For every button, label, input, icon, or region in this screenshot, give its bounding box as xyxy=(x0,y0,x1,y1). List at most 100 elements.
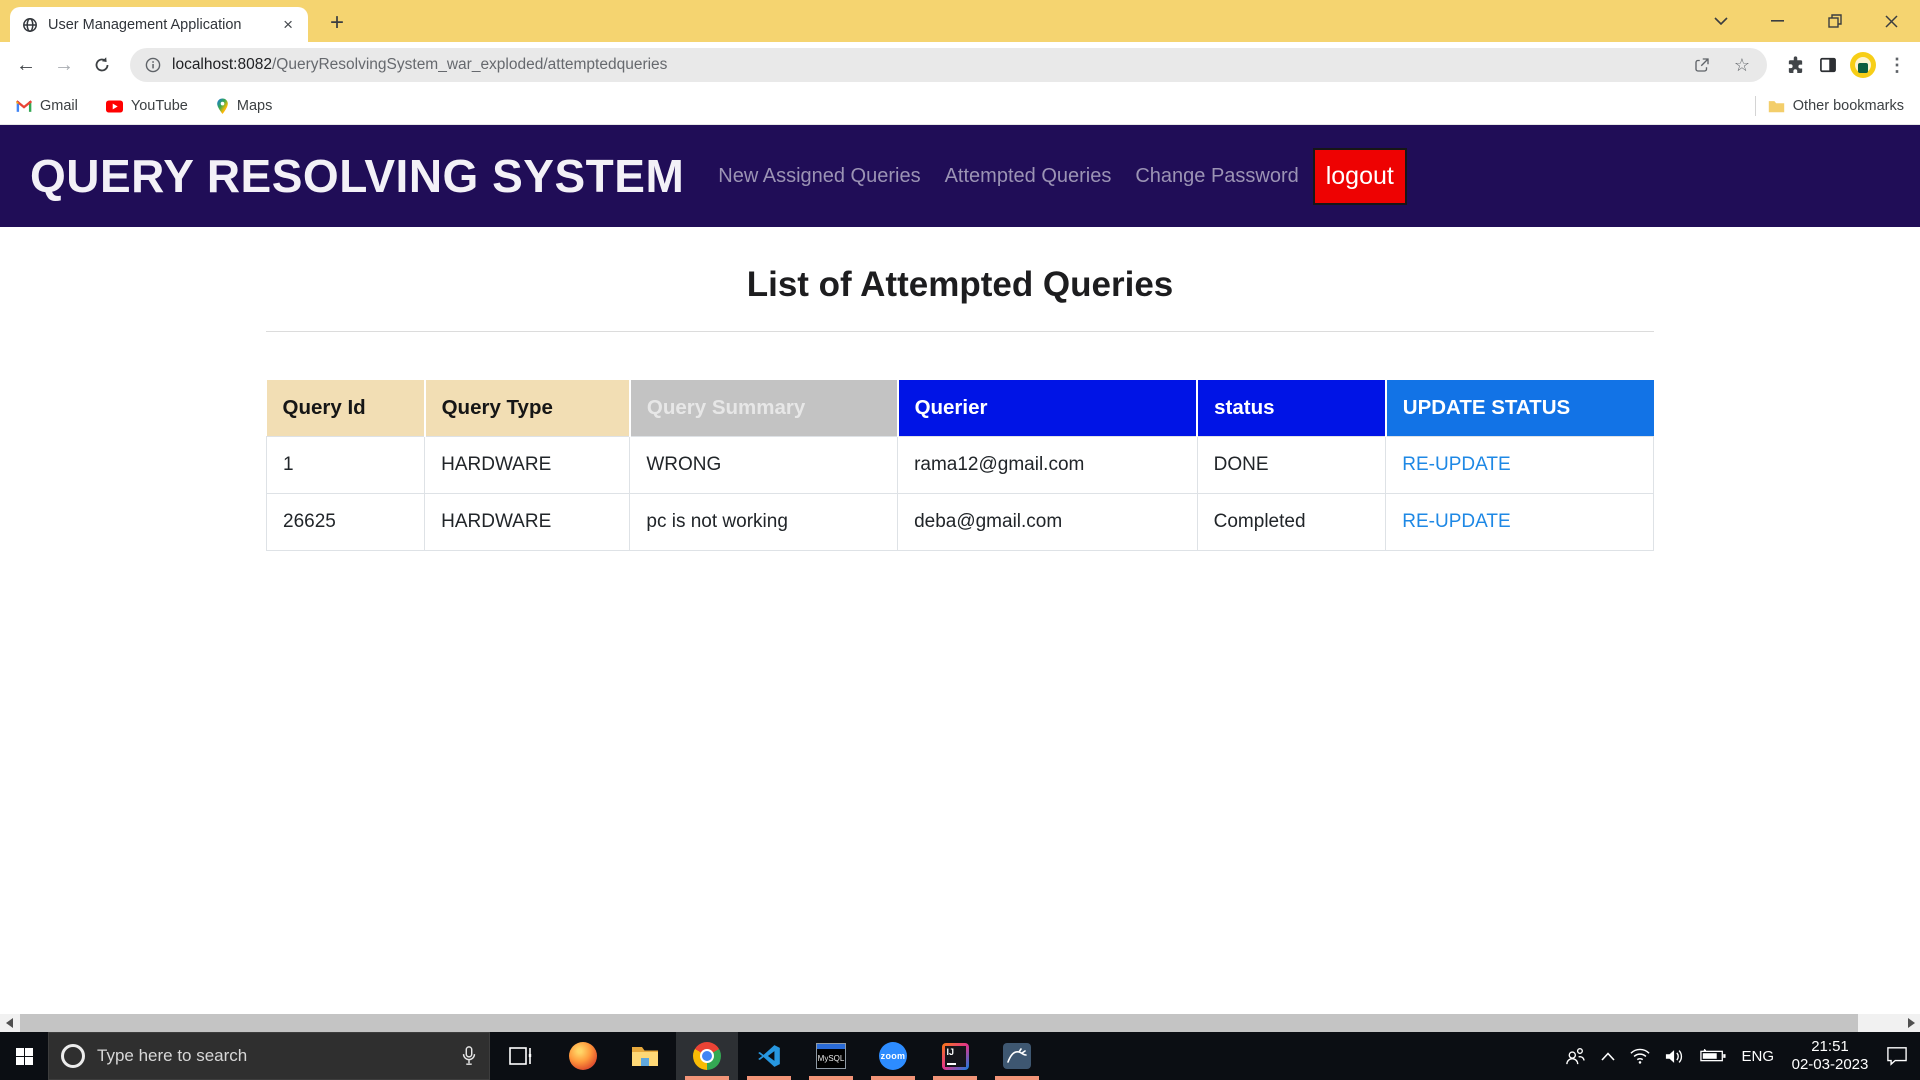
table-header-row: Query Id Query Type Query Summary Querie… xyxy=(267,380,1654,437)
language-indicator[interactable]: ENG xyxy=(1741,1048,1774,1065)
nav-attempted-queries[interactable]: Attempted Queries xyxy=(945,165,1112,188)
bookmarks-bar: Gmail YouTube Maps Other bookmarks xyxy=(0,88,1920,125)
cell-action: RE-UPDATE xyxy=(1386,494,1654,551)
running-indicator xyxy=(809,1076,853,1080)
address-bar[interactable]: localhost:8082/QueryResolvingSystem_war_… xyxy=(130,48,1767,82)
reload-button[interactable] xyxy=(84,47,120,83)
profile-avatar[interactable] xyxy=(1850,52,1876,78)
taskbar-app-mysql-workbench[interactable] xyxy=(986,1032,1048,1080)
window-minimize-button[interactable] xyxy=(1749,0,1806,42)
bookmark-label: YouTube xyxy=(131,98,188,114)
toolbar-actions: ⋮ xyxy=(1777,52,1910,78)
globe-favicon-icon xyxy=(22,17,38,33)
zoom-label: zoom xyxy=(881,1051,906,1061)
side-panel-icon[interactable] xyxy=(1818,55,1838,75)
bookmark-star-icon[interactable]: ☆ xyxy=(1727,50,1757,80)
browser-tab[interactable]: User Management Application × xyxy=(10,7,308,42)
logout-button[interactable]: logout xyxy=(1313,148,1407,205)
window-close-button[interactable] xyxy=(1863,0,1920,42)
taskbar-app-intellij[interactable]: IJ xyxy=(924,1032,986,1080)
tab-title: User Management Application xyxy=(48,17,270,33)
column-header-query-id: Query Id xyxy=(267,380,425,437)
cell-query-type: HARDWARE xyxy=(425,437,630,494)
bookmark-gmail[interactable]: Gmail xyxy=(16,98,78,114)
browser-menu-icon[interactable]: ⋮ xyxy=(1888,55,1906,76)
windows-taskbar: Type here to search MySQL zoom IJ xyxy=(0,1032,1920,1080)
action-center-icon[interactable] xyxy=(1886,1046,1908,1066)
hidden-icons-chevron-icon[interactable] xyxy=(1601,1052,1615,1061)
url-path: /QueryResolvingSystem_war_exploded/attem… xyxy=(272,56,667,73)
wifi-icon[interactable] xyxy=(1630,1048,1650,1064)
page-content: List of Attempted Queries Query Id Query… xyxy=(0,227,1920,551)
new-tab-button[interactable]: + xyxy=(322,8,352,38)
desktop: User Management Application × + ← → xyxy=(0,0,1920,1080)
people-icon[interactable] xyxy=(1564,1047,1586,1065)
site-info-icon[interactable] xyxy=(144,50,162,80)
youtube-icon xyxy=(106,100,123,113)
cell-query-id: 1 xyxy=(267,437,425,494)
cell-query-type: HARDWARE xyxy=(425,494,630,551)
tab-search-chevron-icon[interactable] xyxy=(1692,0,1749,42)
start-button[interactable] xyxy=(0,1032,48,1080)
cell-query-summary: WRONG xyxy=(630,437,898,494)
windows-logo-icon xyxy=(16,1048,33,1065)
cell-status: DONE xyxy=(1197,437,1386,494)
nav-new-assigned-queries[interactable]: New Assigned Queries xyxy=(718,165,920,188)
other-bookmarks-button[interactable]: Other bookmarks xyxy=(1768,98,1904,114)
column-header-query-type: Query Type xyxy=(425,380,630,437)
taskbar-search-box[interactable]: Type here to search xyxy=(48,1032,490,1080)
bookmark-maps[interactable]: Maps xyxy=(216,98,272,115)
re-update-link[interactable]: RE-UPDATE xyxy=(1402,511,1510,532)
app-brand-title: QUERY RESOLVING SYSTEM xyxy=(30,149,684,203)
taskbar-app-file-explorer[interactable] xyxy=(614,1032,676,1080)
intellij-label: IJ xyxy=(947,1047,955,1057)
column-header-query-summary: Query Summary xyxy=(630,380,898,437)
mysql-workbench-icon xyxy=(1003,1043,1031,1069)
re-update-link[interactable]: RE-UPDATE xyxy=(1402,454,1510,475)
taskbar-app-mysql-cli[interactable]: MySQL xyxy=(800,1032,862,1080)
taskbar-clock[interactable]: 21:51 02-03-2023 xyxy=(1789,1038,1871,1074)
forward-button[interactable]: → xyxy=(46,47,82,83)
taskbar-app-zoom[interactable]: zoom xyxy=(862,1032,924,1080)
taskbar-app-firefox[interactable] xyxy=(552,1032,614,1080)
cell-querier: rama12@gmail.com xyxy=(898,437,1198,494)
extensions-puzzle-icon[interactable] xyxy=(1785,55,1806,76)
main-navigation: New Assigned Queries Attempted Queries C… xyxy=(718,165,1299,188)
zoom-icon: zoom xyxy=(879,1042,907,1070)
window-controls xyxy=(1692,0,1920,42)
firefox-icon xyxy=(569,1042,597,1070)
column-header-querier: Querier xyxy=(898,380,1198,437)
scrollbar-thumb[interactable] xyxy=(20,1014,1858,1032)
taskbar-app-task-view[interactable] xyxy=(490,1032,552,1080)
back-button[interactable]: ← xyxy=(8,47,44,83)
volume-icon[interactable] xyxy=(1665,1048,1685,1065)
cell-query-summary: pc is not working xyxy=(630,494,898,551)
share-icon[interactable] xyxy=(1687,50,1717,80)
horizontal-scrollbar[interactable] xyxy=(0,1014,1920,1032)
taskbar-app-vscode[interactable] xyxy=(738,1032,800,1080)
window-restore-button[interactable] xyxy=(1806,0,1863,42)
gmail-icon xyxy=(16,100,32,113)
column-header-status: status xyxy=(1197,380,1386,437)
search-placeholder: Type here to search xyxy=(97,1046,449,1066)
table-row: 26625 HARDWARE pc is not working deba@gm… xyxy=(267,494,1654,551)
browser-toolbar: ← → localhost:8082/QueryResolvingSystem_… xyxy=(0,42,1920,88)
taskbar-app-chrome[interactable] xyxy=(676,1032,738,1080)
clock-time: 21:51 xyxy=(1789,1038,1871,1056)
url-text: localhost:8082/QueryResolvingSystem_war_… xyxy=(172,56,1677,74)
running-indicator xyxy=(871,1076,915,1080)
nav-change-password[interactable]: Change Password xyxy=(1135,165,1298,188)
bookmark-youtube[interactable]: YouTube xyxy=(106,98,188,114)
cell-action: RE-UPDATE xyxy=(1386,437,1654,494)
other-bookmarks-label: Other bookmarks xyxy=(1793,98,1904,114)
bookmarks-separator xyxy=(1755,96,1756,116)
scroll-right-arrow[interactable] xyxy=(1902,1014,1920,1032)
file-explorer-icon xyxy=(631,1044,659,1068)
scroll-left-arrow[interactable] xyxy=(0,1014,18,1032)
microphone-icon[interactable] xyxy=(461,1046,477,1066)
column-header-update-status: UPDATE STATUS xyxy=(1386,380,1654,437)
bookmark-label: Gmail xyxy=(40,98,78,114)
tab-close-icon[interactable]: × xyxy=(280,16,296,33)
attempted-queries-table: Query Id Query Type Query Summary Querie… xyxy=(266,380,1654,551)
battery-icon[interactable] xyxy=(1700,1049,1726,1063)
